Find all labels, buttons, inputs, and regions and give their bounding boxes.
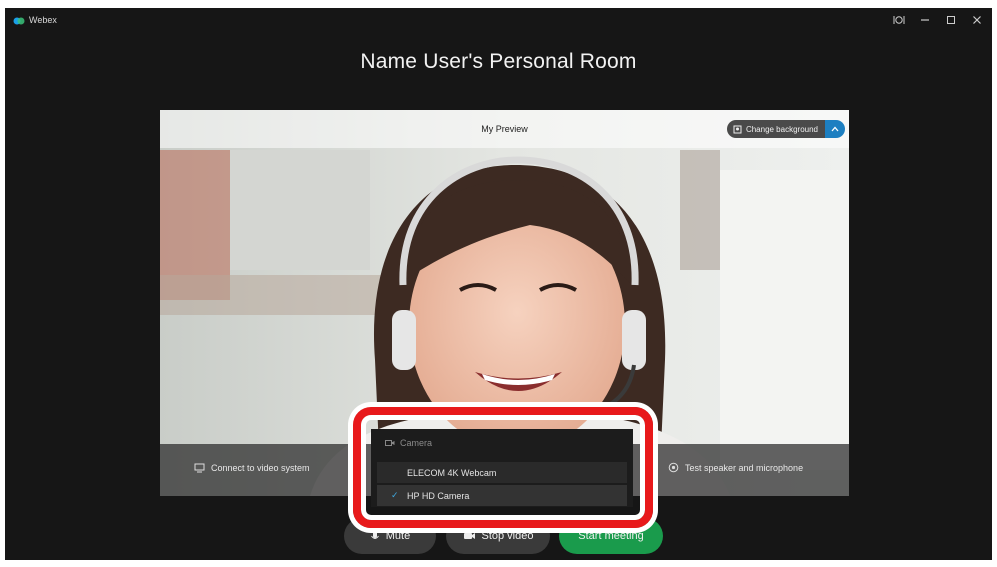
change-background-button[interactable]: Change background bbox=[726, 120, 825, 138]
camera-option-label: HP HD Camera bbox=[407, 490, 470, 501]
camera-menu: Camera ELECOM 4K Webcam ✓ HP HD Camera bbox=[371, 429, 633, 507]
start-meeting-label: Start meeting bbox=[578, 530, 644, 542]
microphone-icon bbox=[370, 531, 379, 539]
screen-cast-icon bbox=[194, 463, 205, 473]
video-camera-icon bbox=[463, 533, 475, 539]
background-dropdown-button[interactable] bbox=[825, 120, 845, 138]
chevron-up-icon bbox=[831, 126, 839, 132]
window-controls bbox=[892, 13, 984, 27]
maximize-icon[interactable] bbox=[944, 13, 958, 27]
speaker-icon bbox=[668, 462, 679, 473]
checkmark-icon: ✓ bbox=[391, 490, 399, 500]
connect-video-system-label: Connect to video system bbox=[211, 462, 310, 473]
mute-label: Mute bbox=[385, 530, 411, 542]
camera-menu-title: Camera bbox=[400, 438, 433, 448]
connect-video-system-button[interactable]: Connect to video system bbox=[194, 462, 310, 473]
test-audio-label: Test speaker and microphone bbox=[685, 462, 804, 473]
camera-menu-header: Camera bbox=[385, 438, 432, 448]
camera-option-elecom[interactable]: ELECOM 4K Webcam bbox=[377, 462, 627, 483]
close-icon[interactable] bbox=[970, 13, 984, 27]
room-title: Name User's Personal Room bbox=[360, 50, 637, 73]
app-name: Webex bbox=[29, 15, 57, 25]
camera-option-hp[interactable]: ✓ HP HD Camera bbox=[377, 485, 627, 506]
stop-video-button[interactable]: Stop video bbox=[446, 518, 550, 554]
help-icon[interactable] bbox=[892, 13, 906, 27]
test-audio-button[interactable]: Test speaker and microphone bbox=[668, 462, 803, 473]
webex-logo-icon bbox=[13, 17, 25, 25]
start-meeting-button[interactable]: Start meeting bbox=[559, 518, 663, 554]
camera-icon bbox=[385, 440, 395, 446]
webex-window: Webex Name User's Personal Room My Previ… bbox=[5, 8, 992, 560]
background-icon bbox=[733, 125, 742, 133]
change-background-label: Change background bbox=[745, 124, 818, 134]
camera-option-label: ELECOM 4K Webcam bbox=[407, 467, 497, 478]
minimize-icon[interactable] bbox=[918, 13, 932, 27]
stop-video-label: Stop video bbox=[481, 530, 534, 542]
mute-button[interactable]: Mute bbox=[344, 518, 436, 554]
title-bar: Webex bbox=[5, 8, 992, 34]
